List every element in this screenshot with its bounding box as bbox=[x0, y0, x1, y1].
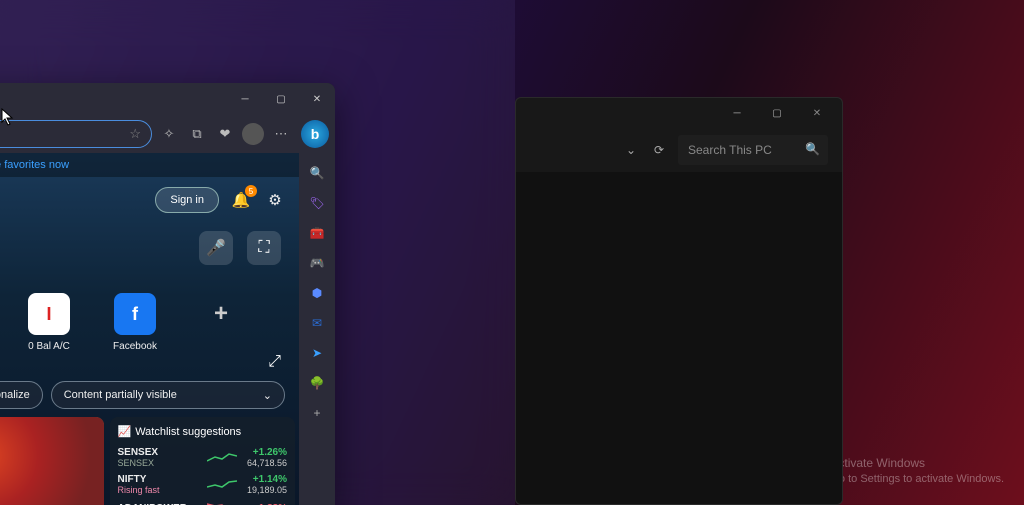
more-icon[interactable]: ⋯ bbox=[270, 123, 292, 145]
explorer-toolbar: ⌄ ⟳ 🔍 bbox=[516, 128, 842, 172]
games-sidebar-icon[interactable]: 🎮 bbox=[307, 253, 327, 273]
new-tab-page: bar. Manage favorites now Sign in 🔔5 ⚙ 🎤… bbox=[0, 153, 299, 505]
search-sidebar-icon[interactable]: 🔍 bbox=[307, 163, 327, 183]
minimize-button[interactable]: ─ bbox=[227, 83, 263, 115]
image-search-icon[interactable]: ⛶ bbox=[247, 231, 281, 265]
personalize-button[interactable]: ✦Personalize bbox=[0, 381, 43, 409]
collections-icon[interactable]: ⧉ bbox=[186, 123, 208, 145]
edge-sidebar: 🔍 🏷 🧰 🎮 ⬢ ✉ ➤ 🌳 + bbox=[299, 153, 335, 505]
activate-windows-watermark: Activate Windows Go to Settings to activ… bbox=[830, 455, 1004, 487]
tile-icon: f bbox=[114, 293, 156, 335]
chevron-down-icon: ⌄ bbox=[263, 389, 272, 402]
tile-label: Facebook bbox=[113, 341, 157, 352]
sparkline-icon bbox=[207, 478, 237, 492]
chevron-down-icon[interactable]: ⌄ bbox=[622, 141, 640, 159]
close-button[interactable]: ✕ bbox=[802, 102, 832, 124]
file-explorer-window[interactable]: ─ ▢ ✕ ⌄ ⟳ 🔍 bbox=[515, 97, 843, 505]
minimize-button[interactable]: ─ bbox=[722, 102, 752, 124]
refresh-icon[interactable]: ⟳ bbox=[650, 141, 668, 159]
manage-favorites-link[interactable]: Manage favorites now bbox=[0, 159, 69, 171]
tree-sidebar-icon[interactable]: 🌳 bbox=[307, 373, 327, 393]
content-visibility-dropdown[interactable]: Content partially visible⌄ bbox=[51, 381, 285, 409]
quick-link-tile[interactable]: f Facebook bbox=[112, 293, 158, 352]
profile-avatar[interactable] bbox=[242, 123, 264, 145]
watermark-sub: Go to Settings to activate Windows. bbox=[830, 472, 1004, 487]
close-button[interactable]: ✕ bbox=[299, 83, 335, 115]
plus-icon: + bbox=[200, 293, 242, 335]
tile-icon: I bbox=[28, 293, 70, 335]
expand-icon[interactable]: ⤢ bbox=[268, 353, 281, 371]
sparkline-icon bbox=[207, 501, 237, 505]
edge-titlebar[interactable]: ─ ▢ ✕ bbox=[0, 83, 335, 115]
chart-icon: 📈 bbox=[118, 425, 132, 438]
watermark-title: Activate Windows bbox=[830, 455, 1004, 472]
add-sidebar-icon[interactable]: + bbox=[307, 403, 327, 423]
office-sidebar-icon[interactable]: ⬢ bbox=[307, 283, 327, 303]
explorer-body[interactable] bbox=[516, 172, 842, 504]
edge-browser-window[interactable]: ─ ▢ ✕ ☆ ✧ ⧉ ❤ ⋯ b bar. Manage favorites … bbox=[0, 83, 335, 505]
tile-label: 0 Bal A/C bbox=[28, 341, 70, 352]
maximize-button[interactable]: ▢ bbox=[762, 102, 792, 124]
news-image bbox=[0, 417, 104, 505]
favorites-icon[interactable]: ✧ bbox=[158, 123, 180, 145]
heart-icon[interactable]: ❤ bbox=[214, 123, 236, 145]
favorite-star-icon[interactable]: ☆ bbox=[129, 126, 141, 142]
bing-chat-icon[interactable]: b bbox=[301, 120, 329, 148]
watchlist-title: 📈Watchlist suggestions bbox=[118, 425, 288, 438]
stock-row[interactable]: ADANIPOWER -1.88% bbox=[118, 498, 288, 505]
settings-gear-icon[interactable]: ⚙ bbox=[263, 188, 287, 212]
tools-sidebar-icon[interactable]: 🧰 bbox=[307, 223, 327, 243]
send-sidebar-icon[interactable]: ➤ bbox=[307, 343, 327, 363]
edge-toolbar: ☆ ✧ ⧉ ❤ ⋯ b bbox=[0, 115, 335, 153]
sign-in-button[interactable]: Sign in bbox=[155, 187, 219, 213]
watchlist-card[interactable]: 📈Watchlist suggestions SENSEXSENSEX +1.2… bbox=[110, 417, 296, 505]
outlook-sidebar-icon[interactable]: ✉ bbox=[307, 313, 327, 333]
quick-links-row: B. king.com I 0 Bal A/C f Facebook + bbox=[0, 293, 299, 352]
address-bar[interactable]: ☆ bbox=[0, 120, 152, 148]
notification-badge: 5 bbox=[245, 185, 257, 197]
add-quick-link-button[interactable]: + bbox=[198, 293, 244, 352]
maximize-button[interactable]: ▢ bbox=[263, 83, 299, 115]
search-icon[interactable]: 🔍 bbox=[805, 142, 820, 156]
quick-link-tile[interactable]: I 0 Bal A/C bbox=[26, 293, 72, 352]
notifications-bell-icon[interactable]: 🔔5 bbox=[229, 188, 253, 212]
explorer-titlebar[interactable]: ─ ▢ ✕ bbox=[516, 98, 842, 128]
voice-search-icon[interactable]: 🎤 bbox=[199, 231, 233, 265]
stock-row[interactable]: SENSEXSENSEX +1.26%64,718.56 bbox=[118, 444, 288, 471]
shopping-sidebar-icon[interactable]: 🏷 bbox=[307, 193, 327, 213]
sparkline-icon bbox=[207, 451, 237, 465]
stock-row[interactable]: NIFTYRising fast +1.14%19,189.05 bbox=[118, 471, 288, 498]
news-card[interactable] bbox=[0, 417, 104, 505]
favorites-bar-hint: bar. Manage favorites now bbox=[0, 153, 299, 177]
